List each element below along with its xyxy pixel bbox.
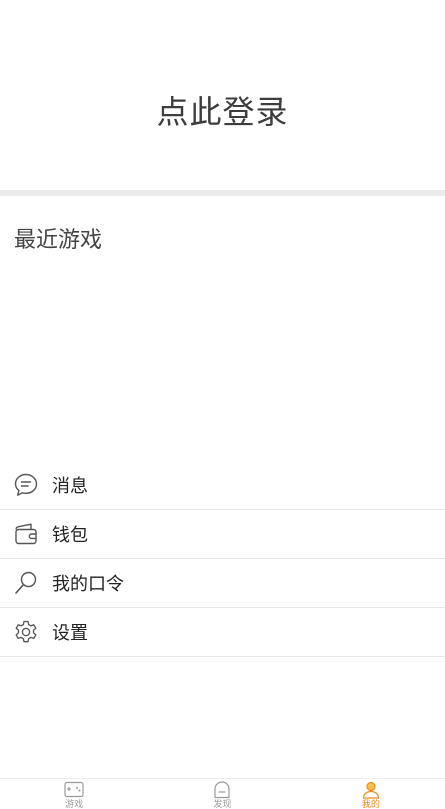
recent-games-title: 最近游戏 xyxy=(14,228,103,253)
tab-label: 游戏 xyxy=(65,800,84,809)
search-key-icon xyxy=(12,569,40,597)
wallet-icon xyxy=(12,520,40,548)
menu-item-label: 钱包 xyxy=(52,525,88,546)
discover-icon xyxy=(211,781,233,799)
message-icon xyxy=(12,471,40,499)
login-button[interactable]: 点此登录 xyxy=(156,57,288,133)
menu-item-label: 我的口令 xyxy=(52,574,124,595)
gear-icon xyxy=(12,618,40,646)
tab-discover[interactable]: 发现 xyxy=(148,779,296,809)
tab-label: 我的 xyxy=(361,800,380,809)
menu-item-messages[interactable]: 消息 xyxy=(0,461,445,510)
menu-list: 消息 钱包 我的口令 设置 xyxy=(0,461,445,657)
tab-games[interactable]: 游戏 xyxy=(0,779,148,809)
menu-item-label: 消息 xyxy=(52,476,88,497)
menu-item-wallet[interactable]: 钱包 xyxy=(0,510,445,559)
user-icon xyxy=(360,781,382,799)
menu-item-settings[interactable]: 设置 xyxy=(0,608,445,657)
menu-item-label: 设置 xyxy=(52,623,88,644)
tab-mine[interactable]: 我的 xyxy=(297,779,445,809)
section-divider xyxy=(0,190,445,196)
bottom-tab-bar: 游戏 发现 我的 xyxy=(0,778,445,809)
menu-item-my-code[interactable]: 我的口令 xyxy=(0,559,445,608)
tab-label: 发现 xyxy=(213,800,232,809)
login-header: 点此登录 xyxy=(0,0,445,190)
gamepad-icon xyxy=(63,781,85,799)
